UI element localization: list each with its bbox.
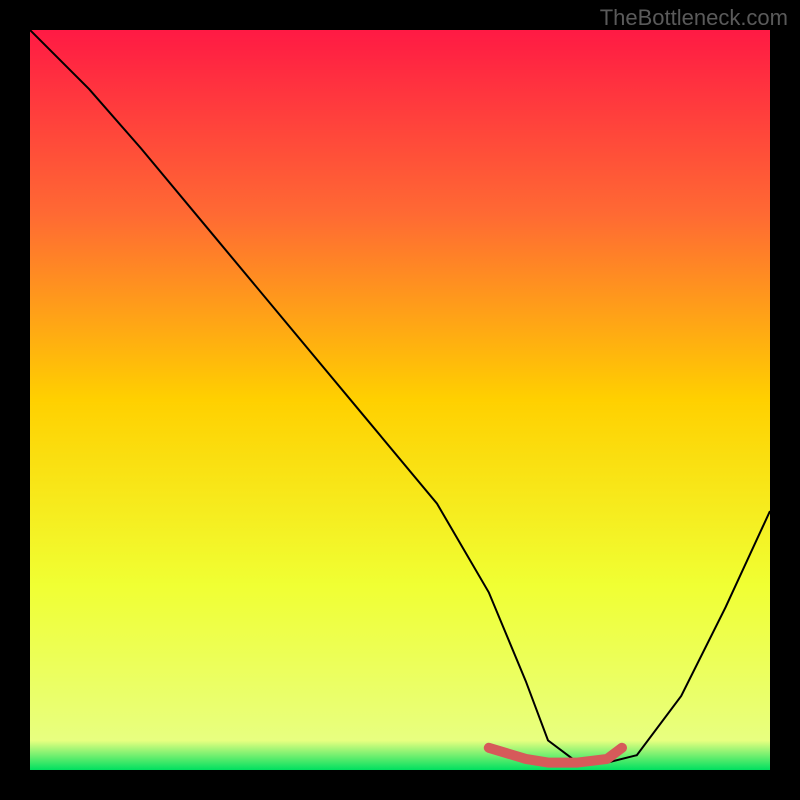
watermark-text: TheBottleneck.com — [600, 5, 788, 31]
chart-container — [30, 30, 770, 770]
gradient-background — [30, 30, 770, 770]
chart-svg — [30, 30, 770, 770]
